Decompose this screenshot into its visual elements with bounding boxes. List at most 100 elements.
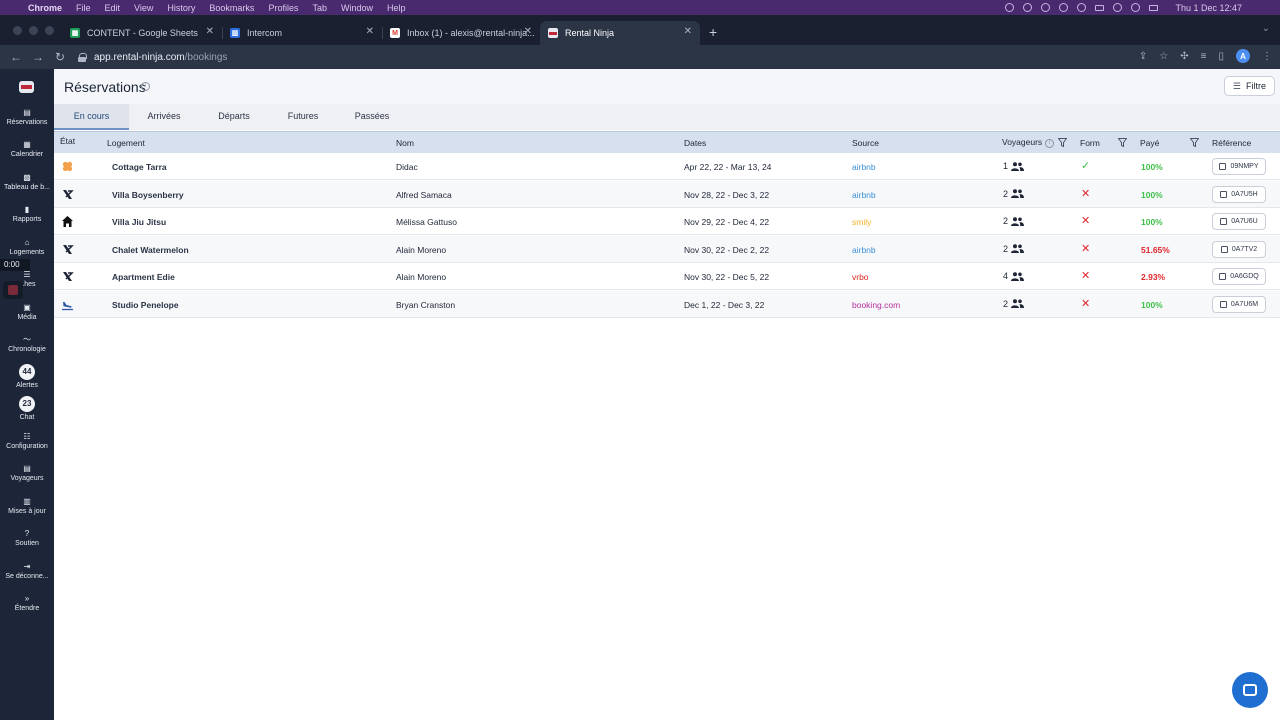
reference-button[interactable]: 09NMPY [1212, 158, 1266, 175]
menu-file[interactable]: File [76, 3, 91, 13]
tab-arrivals[interactable]: Arrivées [129, 104, 199, 130]
reload-icon[interactable]: ↻ [54, 50, 66, 64]
filter-funnel-icon[interactable] [1118, 138, 1127, 147]
close-icon[interactable]: ✕ [684, 26, 692, 37]
sidebar-item-expand[interactable]: » Étendre [0, 594, 54, 612]
table-row[interactable]: Chalet Watermelon Alain Moreno Nov 30, 22 … [54, 235, 1280, 263]
col-reference[interactable]: Référence [1212, 138, 1251, 148]
col-name[interactable]: Nom [396, 138, 414, 148]
recording-stop-button[interactable] [3, 281, 23, 299]
sidebar-item-media[interactable]: ▣ Média [0, 303, 54, 321]
battery-icon[interactable] [1095, 4, 1105, 11]
tab-gmail[interactable]: M Inbox (1) - alexis@rental-ninja... ✕ [382, 21, 540, 45]
forward-icon[interactable]: → [32, 50, 44, 64]
status-icon[interactable] [1041, 3, 1051, 12]
listing-link[interactable]: Studio Penelope [112, 300, 179, 310]
sidebar-item-guests[interactable]: ▤ Voyageurs [0, 464, 54, 482]
reference-button[interactable]: 0A7TV2 [1212, 240, 1266, 258]
sidebar-item-alerts[interactable]: 44 Alertes [0, 364, 54, 389]
reference-button[interactable]: 0A6GDQ [1212, 268, 1266, 285]
sidebar-item-listings[interactable]: ⌂ Logements [0, 238, 54, 256]
extensions-icon[interactable]: ✣ [1180, 51, 1188, 62]
sidebar-item-timeline[interactable]: 〜 Chronologie [0, 335, 54, 353]
tab-rental-ninja[interactable]: Rental Ninja ✕ [540, 21, 700, 45]
listing-link[interactable]: Apartment Edie [112, 272, 175, 282]
listing-link[interactable]: Villa Jiu Jitsu [112, 217, 166, 227]
tab-current[interactable]: En cours [54, 104, 129, 130]
reference-button[interactable]: 0A7U5H [1212, 185, 1266, 203]
sidebar-item-reports[interactable]: ▮ Rapports [0, 205, 54, 223]
status-icon[interactable] [1005, 3, 1015, 12]
col-listing[interactable]: Logement [107, 138, 145, 148]
col-form[interactable]: Form [1080, 138, 1100, 148]
table-row[interactable]: Villa Boysenberry Alfred Samaca Nov 28, 22… [54, 180, 1280, 208]
table-row[interactable]: Apartment Edie Alain Moreno Nov 30, 22 - D… [54, 263, 1280, 290]
listing-link[interactable]: Cottage Tarra [112, 162, 167, 172]
close-icon[interactable]: ✕ [524, 26, 532, 37]
sidebar-item-calendar[interactable]: ▦ Calendrier [0, 140, 54, 158]
reference-button[interactable]: 0A7U6U [1212, 213, 1266, 230]
tab-departures[interactable]: Départs [199, 104, 269, 130]
new-tab-button[interactable]: + [709, 24, 717, 40]
tab-search-icon[interactable]: ⌄ [1262, 23, 1270, 34]
menu-edit[interactable]: Edit [105, 3, 121, 13]
bookmark-star-icon[interactable]: ☆ [1159, 51, 1168, 62]
filter-funnel-icon[interactable] [1190, 138, 1199, 147]
info-icon[interactable]: i [1045, 139, 1054, 148]
col-paid[interactable]: Payé [1140, 138, 1159, 148]
col-guests[interactable]: Voyageurs [1002, 137, 1042, 147]
minimize-window-button[interactable] [29, 26, 38, 35]
reference-button[interactable]: 0A7U6M [1212, 295, 1266, 313]
url-field[interactable]: app.rental-ninja.com/bookings [94, 52, 227, 63]
status-icon[interactable] [1077, 3, 1087, 12]
table-row[interactable]: Cottage Tarra Didac Apr 22, 22 - Mar 13, 2… [54, 153, 1280, 180]
menu-profiles[interactable]: Profiles [268, 3, 298, 13]
status-icon[interactable] [1023, 3, 1033, 12]
tab-future[interactable]: Futures [269, 104, 337, 130]
menu-tab[interactable]: Tab [312, 3, 327, 13]
menu-help[interactable]: Help [387, 3, 406, 13]
menu-view[interactable]: View [134, 3, 153, 13]
sidebar-item-support[interactable]: ? Soutien [0, 529, 54, 547]
close-icon[interactable]: ✕ [366, 26, 374, 37]
close-icon[interactable]: ✕ [206, 26, 214, 37]
sidebar-item-updates[interactable]: ▥ Mises à jour [0, 497, 54, 515]
col-dates[interactable]: Dates [684, 138, 706, 148]
sidebar-item-logout[interactable]: ⇥ Se déconne... [0, 562, 54, 580]
control-center-icon[interactable] [1149, 4, 1159, 11]
wifi-icon[interactable] [1113, 3, 1123, 12]
filter-funnel-icon[interactable] [1058, 138, 1067, 147]
menu-bookmarks[interactable]: Bookmarks [209, 3, 254, 13]
menu-app[interactable]: Chrome [28, 3, 62, 13]
info-icon[interactable]: i [141, 82, 150, 91]
menu-window[interactable]: Window [341, 3, 373, 13]
col-source[interactable]: Source [852, 138, 879, 148]
listing-link[interactable]: Villa Boysenberry [112, 190, 184, 200]
tab-past[interactable]: Passées [337, 104, 407, 130]
side-panel-icon[interactable]: ▯ [1218, 51, 1224, 62]
sidebar-item-reservations[interactable]: ▤ Réservations [0, 108, 54, 126]
table-row[interactable]: Villa Jiu Jitsu Mélissa Gattuso Nov 29, 22… [54, 208, 1280, 235]
table-row[interactable]: Studio Penelope Bryan Cranston Dec 1, 22 -… [54, 290, 1280, 318]
rental-ninja-logo[interactable] [19, 81, 34, 93]
search-icon[interactable] [1131, 3, 1141, 12]
chat-launcher-button[interactable] [1232, 672, 1268, 708]
back-icon[interactable]: ← [10, 50, 22, 64]
listing-link[interactable]: Chalet Watermelon [112, 245, 189, 255]
menu-kebab-icon[interactable]: ⋮ [1262, 51, 1272, 62]
col-state[interactable]: État [60, 136, 75, 146]
close-window-button[interactable] [13, 26, 22, 35]
menu-history[interactable]: History [167, 3, 195, 13]
filter-button[interactable]: ☰ Filtre [1223, 76, 1275, 96]
status-icon[interactable] [1059, 3, 1069, 12]
reading-list-icon[interactable]: ≡ [1201, 51, 1207, 62]
tab-google-sheets[interactable]: ▦ CONTENT - Google Sheets ✕ [62, 21, 222, 45]
tab-intercom[interactable]: ▥ Intercom ✕ [222, 21, 382, 45]
sidebar-item-chat[interactable]: 23 Chat [0, 396, 54, 421]
zoom-window-button[interactable] [45, 26, 54, 35]
profile-avatar[interactable]: A [1236, 49, 1250, 63]
clock[interactable]: Thu 1 Dec 12:47 [1175, 3, 1242, 13]
sidebar-item-configuration[interactable]: ☷ Configuration [0, 432, 54, 450]
sidebar-item-dashboard[interactable]: ▩ Tableau de b... [0, 173, 54, 191]
lock-icon[interactable] [78, 52, 87, 62]
